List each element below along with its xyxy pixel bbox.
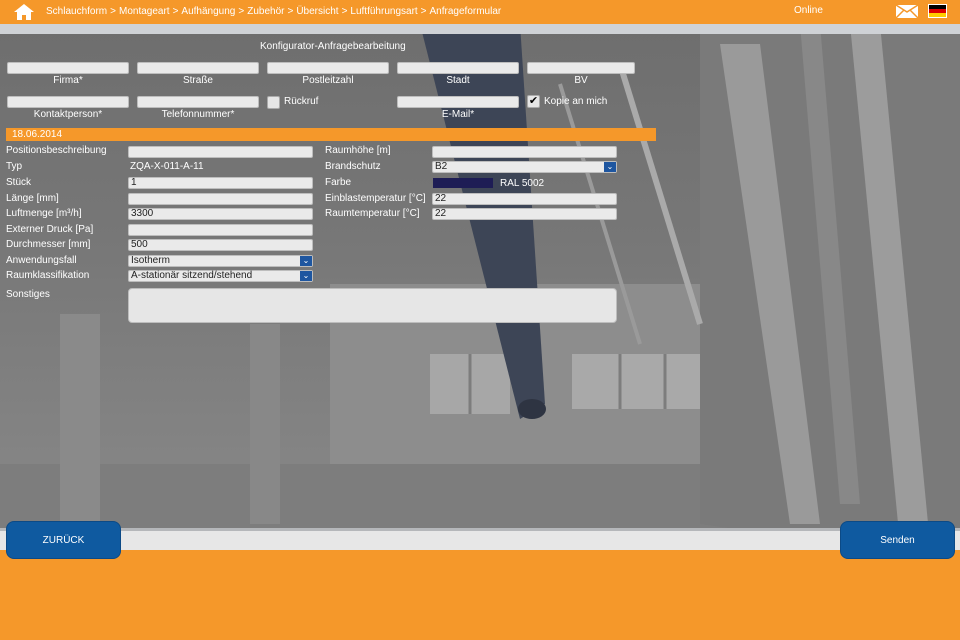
positionsbeschreibung-label: Positionsbeschreibung (6, 145, 107, 156)
typ-value: ZQA-X-011-A-11 (130, 161, 204, 172)
postleitzahl-input[interactable] (267, 62, 389, 74)
kontaktperson-input[interactable] (7, 96, 129, 108)
top-stripe (0, 24, 960, 34)
positionsbeschreibung-input[interactable] (128, 146, 313, 158)
raumklassifikation-label: Raumklassifikation (6, 270, 90, 281)
stadt-label: Stadt (446, 75, 470, 86)
kopie-checkbox[interactable]: ✔ (527, 95, 540, 108)
date-bar: 18.06.2014 (6, 128, 656, 141)
brandschutz-select[interactable]: B2 ⌄ (432, 161, 617, 173)
brandschutz-value: B2 (435, 161, 448, 172)
firma-input[interactable] (7, 62, 129, 74)
durchmesser-input[interactable]: 500 (128, 239, 313, 251)
sonstiges-textarea[interactable] (128, 288, 617, 323)
druck-input[interactable] (128, 224, 313, 236)
einblastemperatur-label: Einblastemperatur [°C] (325, 193, 426, 204)
bv-input[interactable] (527, 62, 635, 74)
breadcrumb-separator: > (110, 6, 116, 17)
strasse-input[interactable] (137, 62, 259, 74)
raumhoehe-label: Raumhöhe [m] (325, 145, 391, 156)
stueck-input[interactable]: 1 (128, 177, 313, 189)
anwendungsfall-label: Anwendungsfall (6, 255, 77, 266)
breadcrumb-separator: > (172, 6, 179, 17)
breadcrumb-item[interactable]: Übersicht (296, 6, 338, 17)
breadcrumb-item[interactable]: Aufhängung (181, 6, 235, 17)
rueckruf-checkbox[interactable] (267, 96, 280, 109)
breadcrumb-separator: > (341, 6, 348, 17)
mail-icon[interactable] (895, 4, 919, 19)
breadcrumb-item-current: Anfrageformular (429, 6, 502, 17)
bv-label: BV (574, 75, 588, 86)
send-button[interactable]: Senden (840, 521, 955, 559)
raumtemperatur-label: Raumtemperatur [°C] (325, 208, 420, 219)
durchmesser-label: Durchmesser [mm] (6, 239, 91, 250)
stadt-input[interactable] (397, 62, 519, 74)
color-swatch[interactable] (433, 178, 493, 188)
email-label: E-Mail* (441, 109, 475, 120)
raumtemperatur-input[interactable]: 22 (432, 208, 617, 220)
anwendungsfall-value: Isotherm (131, 255, 170, 266)
kontaktperson-label: Kontaktperson* (33, 109, 103, 120)
breadcrumb-item[interactable]: Zubehör (247, 6, 284, 17)
rueckruf-label: Rückruf (284, 96, 319, 107)
typ-label: Typ (6, 161, 23, 172)
firma-label: Firma* (53, 75, 83, 86)
footer (0, 550, 960, 640)
back-button[interactable]: ZURÜCK (6, 521, 121, 559)
breadcrumb-separator: > (420, 6, 427, 17)
stueck-label: Stück (6, 177, 32, 188)
postleitzahl-label: Postleitzahl (302, 75, 354, 86)
farbe-value: RAL 5002 (500, 178, 545, 189)
home-icon[interactable] (12, 3, 36, 21)
raumklassifikation-value: A-stationär sitzend/stehend (131, 270, 253, 281)
chevron-down-icon[interactable]: ⌄ (300, 256, 312, 266)
chevron-down-icon[interactable]: ⌄ (604, 162, 616, 172)
luftmenge-input[interactable]: 3300 (128, 208, 313, 220)
online-status: Online (794, 5, 823, 16)
luftmenge-label: Luftmenge [m³/h] (6, 208, 82, 219)
telefon-label: Telefonnummer* (161, 109, 235, 120)
breadcrumb-item[interactable]: Montageart (119, 6, 170, 17)
date-value: 18.06.2014 (12, 129, 63, 140)
laenge-input[interactable] (128, 193, 313, 205)
bottom-stripe (0, 528, 960, 550)
breadcrumb-item[interactable]: Luftführungsart (350, 6, 417, 17)
druck-label: Externer Druck [Pa] (6, 224, 94, 235)
laenge-label: Länge [mm] (6, 193, 59, 204)
farbe-label: Farbe (325, 177, 352, 188)
breadcrumb-item[interactable]: Schlauchform (46, 6, 107, 17)
top-bar: Schlauchform > Montageart > Aufhängung > Zubeh… (0, 0, 960, 24)
einblastemperatur-input[interactable]: 22 (432, 193, 617, 205)
chevron-down-icon[interactable]: ⌄ (300, 271, 312, 281)
breadcrumb: Schlauchform > Montageart > Aufhängung > Zubeh… (46, 6, 501, 17)
brandschutz-label: Brandschutz (325, 161, 381, 172)
sonstiges-label: Sonstiges (6, 289, 50, 300)
breadcrumb-separator: > (238, 6, 245, 17)
telefon-input[interactable] (137, 96, 259, 108)
email-input[interactable] (397, 96, 519, 108)
strasse-label: Straße (182, 75, 213, 86)
german-flag-icon[interactable] (928, 4, 947, 18)
breadcrumb-separator: > (287, 6, 294, 17)
anwendungsfall-select[interactable]: Isotherm ⌄ (128, 255, 313, 267)
raumklassifikation-select[interactable]: A-stationär sitzend/stehend ⌄ (128, 270, 313, 282)
kopie-label: Kopie an mich (544, 96, 608, 107)
raumhoehe-input[interactable] (432, 146, 617, 158)
form-title: Konfigurator-Anfragebearbeitung (260, 41, 406, 52)
